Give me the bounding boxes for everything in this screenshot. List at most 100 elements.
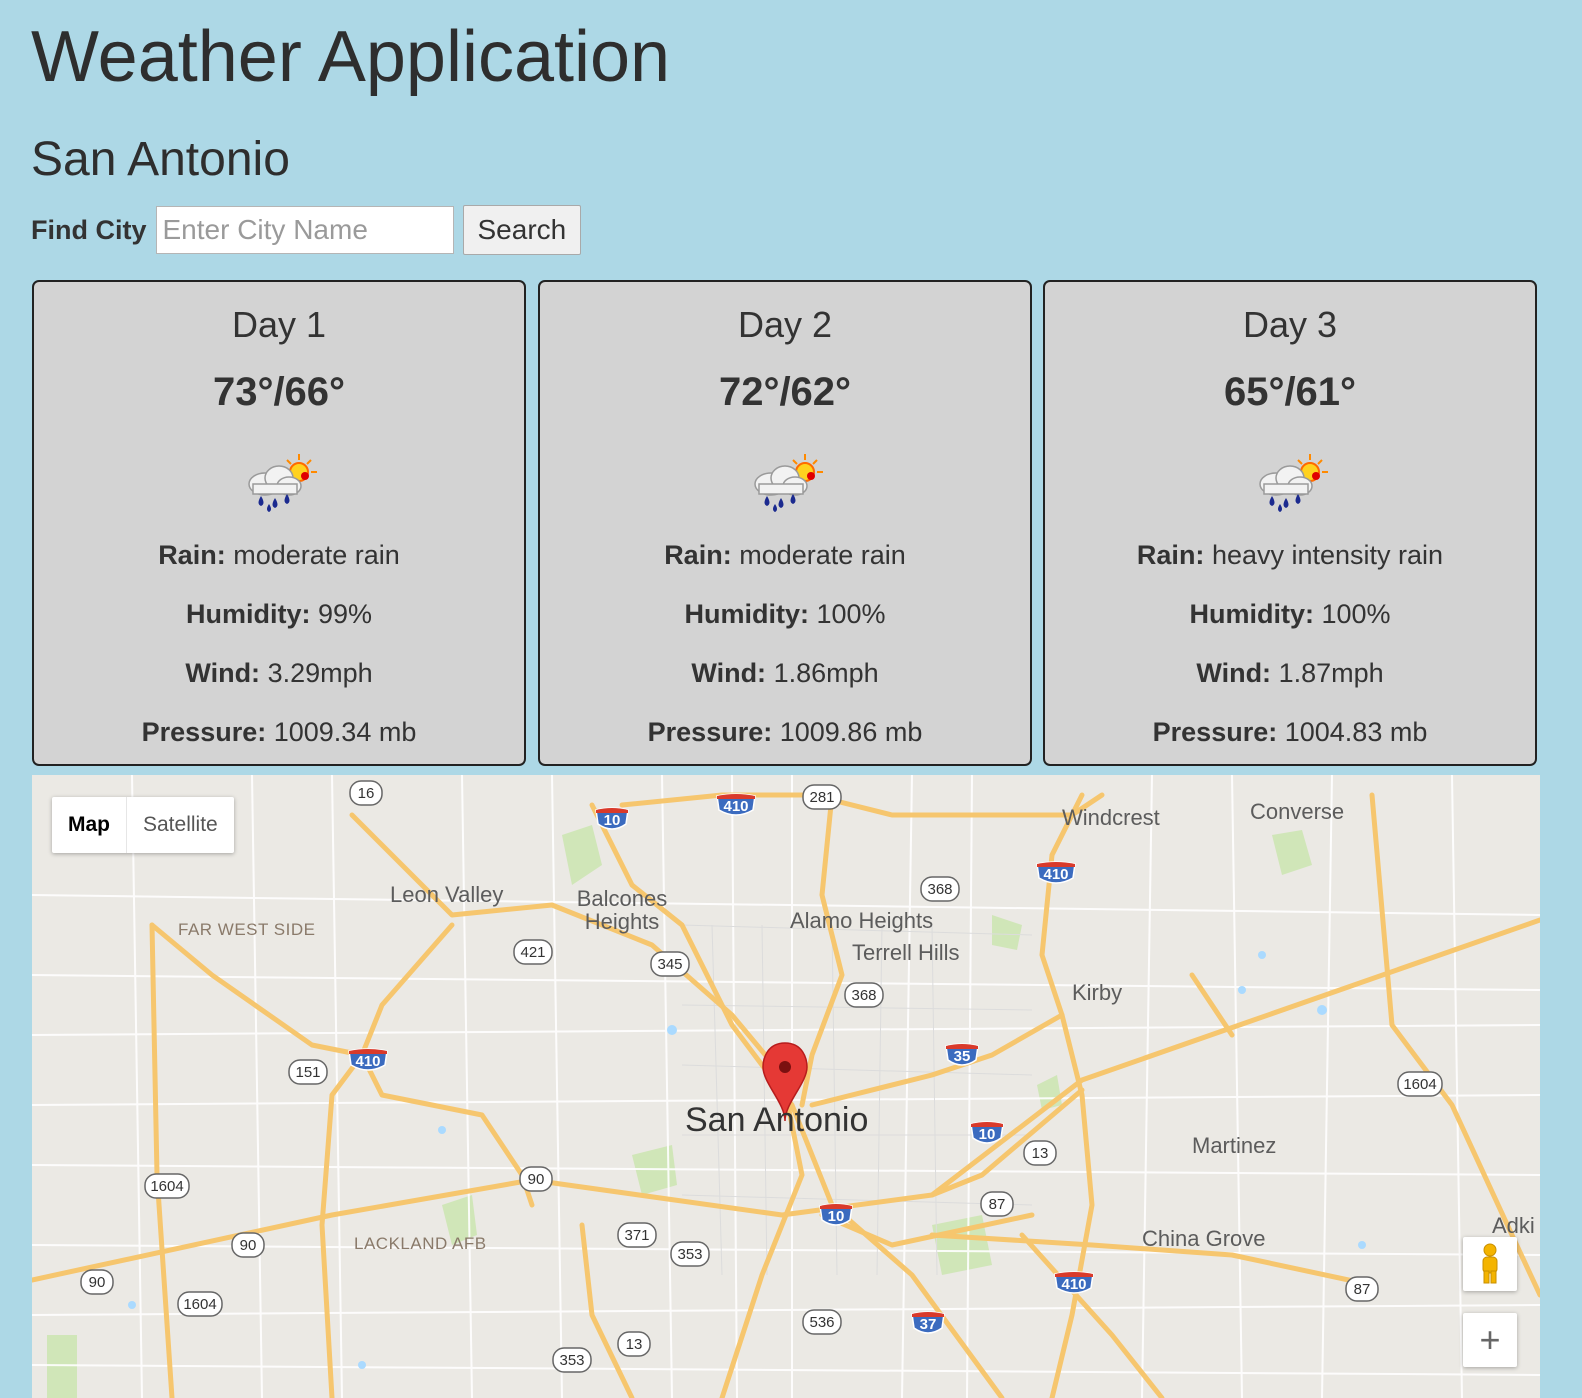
forecast-card-day-3: Day 3 65°/61° Rain: heavy intensity rain Hu… (1043, 280, 1537, 766)
route-shield: 16 (349, 780, 383, 806)
route-number: 353 (559, 1352, 584, 1369)
map-place-label: Alamo Heights (790, 908, 934, 933)
route-shield: 368 (844, 982, 884, 1008)
route-number: 87 (989, 1196, 1006, 1213)
route-number: 368 (851, 987, 876, 1004)
route-number: 10 (604, 812, 621, 829)
day-label: Day 3 (1242, 304, 1338, 345)
interstate-shield: 410 (1036, 861, 1076, 884)
route-shield: 90 (231, 1232, 265, 1258)
day-label: Day 1 (231, 304, 327, 345)
route-number: 345 (657, 956, 682, 973)
map-place-label: China Grove (1142, 1226, 1266, 1251)
route-shield: 353 (670, 1241, 710, 1267)
wind-value: 1.87mph (1278, 658, 1384, 688)
route-number: 421 (520, 944, 545, 961)
map-type-control: Map Satellite (52, 797, 234, 853)
interstate-shield: 410 (348, 1048, 388, 1071)
pressure-stat: Pressure: 1009.34 mb (34, 717, 524, 748)
map-city-label: San Antonio (685, 1101, 869, 1139)
route-shield: 151 (288, 1059, 328, 1085)
wind-value: 3.29mph (267, 658, 373, 688)
search-button[interactable]: Search (462, 205, 582, 255)
route-number: 90 (89, 1274, 106, 1291)
route-number: 410 (1043, 866, 1068, 883)
route-number: 1604 (1403, 1076, 1436, 1093)
route-shield: 90 (80, 1269, 114, 1295)
map-place-label: Leon Valley (390, 882, 504, 907)
map-canvas[interactable] (32, 775, 1540, 1398)
route-number: 281 (809, 789, 834, 806)
route-shield: 536 (802, 1309, 842, 1335)
route-number: 10 (979, 1126, 996, 1143)
rain-sun-icon (1252, 452, 1332, 516)
rain-stat: Rain: moderate rain (540, 540, 1030, 571)
wind-stat: Wind: 3.29mph (34, 658, 524, 689)
route-number: 13 (626, 1336, 643, 1353)
map-place-label: LACKLAND AFB (354, 1234, 487, 1253)
forecast-card-day-2: Day 2 72°/62° Rain: moderate rain Humidity:… (538, 280, 1032, 766)
route-shield: 345 (650, 951, 690, 977)
humidity-label: Humidity: (185, 599, 311, 629)
pressure-label: Pressure: (141, 717, 267, 747)
route-number: 368 (927, 881, 952, 898)
interstate-shield: 10 (819, 1203, 853, 1226)
map-place-label: Windcrest (1062, 805, 1160, 830)
map-place-label: Converse (1250, 799, 1345, 824)
route-number: 1604 (150, 1178, 183, 1195)
interstate-shield: 37 (911, 1311, 945, 1334)
wind-stat: Wind: 1.86mph (540, 658, 1030, 689)
pressure-label: Pressure: (647, 717, 773, 747)
app-title: Weather Application (31, 17, 671, 97)
route-number: 35 (954, 1048, 971, 1065)
route-shield: 87 (980, 1191, 1014, 1217)
map-type-map-button[interactable]: Map (52, 797, 127, 853)
route-shield: 421 (513, 939, 553, 965)
rain-label: Rain: (1136, 540, 1205, 570)
rain-value: moderate rain (233, 540, 400, 570)
route-shield: 1604 (144, 1173, 190, 1199)
rain-value: moderate rain (739, 540, 906, 570)
humidity-value: 100% (816, 599, 886, 629)
map-type-satellite-button[interactable]: Satellite (127, 797, 234, 853)
route-number: 410 (355, 1053, 380, 1070)
route-number: 410 (1061, 1276, 1086, 1293)
wind-label: Wind: (1196, 658, 1272, 688)
route-shield: 90 (519, 1166, 553, 1192)
humidity-value: 100% (1321, 599, 1391, 629)
route-number: 87 (1354, 1281, 1371, 1298)
rain-label: Rain: (158, 540, 226, 570)
interstate-shield: 410 (1054, 1271, 1094, 1294)
route-shield: 87 (1345, 1276, 1379, 1302)
pegman-icon (1482, 1243, 1498, 1284)
map-place-label: Terrell Hills (852, 940, 960, 965)
route-shield: 1604 (1397, 1071, 1443, 1097)
temperature-high-low: 73°/66° (212, 370, 346, 414)
route-number: 10 (828, 1208, 845, 1225)
map-place-label: Kirby (1072, 980, 1123, 1005)
humidity-stat: Humidity: 100% (540, 599, 1030, 630)
pressure-stat: Pressure: 1004.83 mb (1045, 717, 1535, 748)
route-number: 37 (920, 1316, 937, 1333)
search-form: Find City Search (31, 204, 582, 256)
humidity-label: Humidity: (684, 599, 809, 629)
find-city-label: Find City (31, 214, 147, 245)
zoom-in-button[interactable]: + (1463, 1313, 1517, 1367)
map[interactable]: Map Satellite Windcrest Converse Leon Vall… (32, 775, 1540, 1398)
map-place-label: Balcones Heights (576, 886, 668, 934)
route-shield: 13 (1023, 1140, 1057, 1166)
pressure-stat: Pressure: 1009.86 mb (540, 717, 1030, 748)
city-search-input[interactable] (155, 206, 454, 254)
rain-value: heavy intensity rain (1211, 540, 1444, 570)
route-number: 1604 (183, 1296, 216, 1313)
route-number: 90 (528, 1171, 545, 1188)
wind-value: 1.86mph (773, 658, 879, 688)
pegman-button[interactable] (1463, 1237, 1517, 1291)
interstate-shield: 410 (716, 793, 756, 816)
rain-label: Rain: (664, 540, 732, 570)
day-label: Day 2 (737, 304, 833, 345)
map-place-label: Martinez (1192, 1133, 1277, 1158)
route-number: 13 (1032, 1145, 1049, 1162)
humidity-label: Humidity: (1189, 599, 1314, 629)
route-shield: 13 (617, 1331, 651, 1357)
